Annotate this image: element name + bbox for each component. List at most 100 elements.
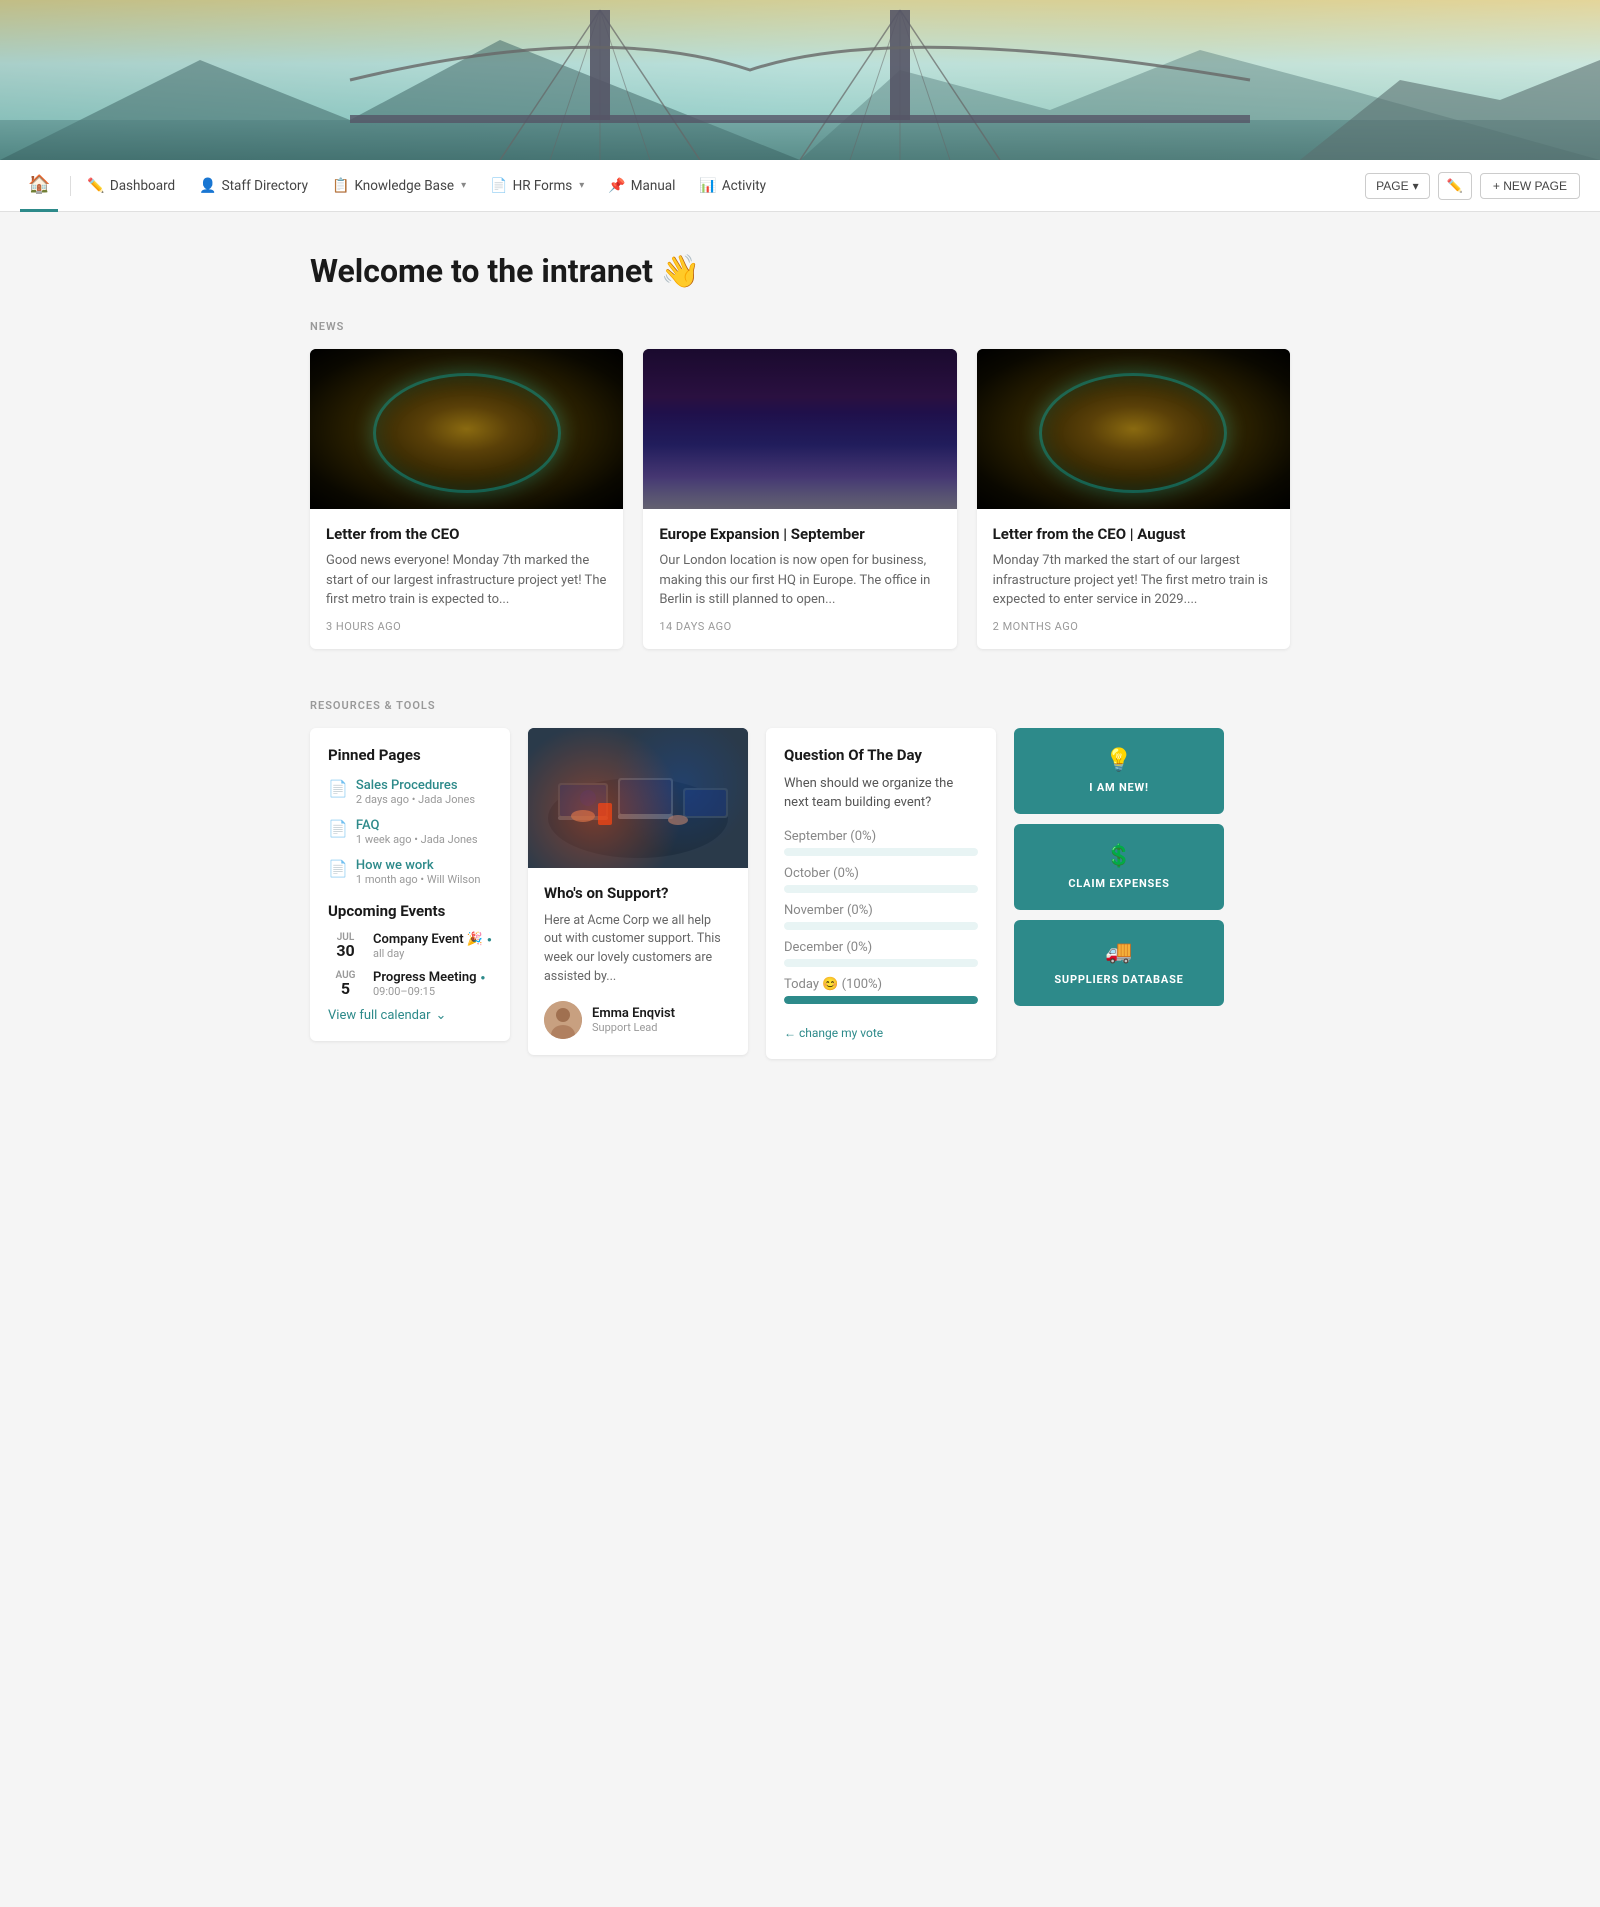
news-card-ceo-body: Letter from the CEO Good news everyone! …	[310, 509, 623, 649]
poll-track-today	[784, 996, 978, 1004]
poll-track-sep	[784, 848, 978, 856]
nav-separator	[70, 176, 71, 196]
event-progress: AUG 5 Progress Meeting ● 09:00–09:15	[328, 970, 492, 998]
tunnel-visual	[310, 349, 623, 509]
nav-activity[interactable]: 📊 Activity	[687, 164, 778, 208]
home-button[interactable]: 🏠	[20, 160, 58, 212]
news-card-august-time: 2 MONTHS AGO	[993, 620, 1274, 633]
news-card-europe-body: Europe Expansion | September Our London …	[643, 509, 956, 649]
event-company-text: Company Event 🎉	[373, 932, 483, 947]
news-card-august-body: Letter from the CEO | August Monday 7th …	[977, 509, 1290, 649]
new-label: I AM NEW!	[1089, 781, 1148, 794]
pinned-name-sales: Sales Procedures	[356, 778, 475, 793]
event-name-company: Company Event 🎉 ●	[373, 932, 492, 947]
calendar-expand-icon: ⌄	[435, 1008, 446, 1023]
nav-manual[interactable]: 📌 Manual	[596, 164, 687, 208]
question-title: Question Of The Day	[784, 746, 978, 764]
new-page-label: + NEW PAGE	[1493, 179, 1567, 193]
poll-option-name-nov: November	[784, 903, 844, 918]
page-button[interactable]: PAGE ▾	[1365, 173, 1430, 199]
poll-pct-dec: (0%)	[846, 940, 872, 955]
knowledge-icon: 📋	[332, 178, 349, 194]
action-new-button[interactable]: 💡 I AM NEW!	[1014, 728, 1224, 814]
new-page-button[interactable]: + NEW PAGE	[1480, 173, 1580, 199]
resources-grid: Pinned Pages 📄 Sales Procedures 2 days a…	[310, 728, 1290, 1059]
pinned-meta-how: 1 month ago • Will Wilson	[356, 873, 481, 886]
pinned-meta-sales: 2 days ago • Jada Jones	[356, 793, 475, 806]
pinned-pages-card: Pinned Pages 📄 Sales Procedures 2 days a…	[310, 728, 510, 1041]
news-card-ceo[interactable]: Letter from the CEO Good news everyone! …	[310, 349, 623, 649]
action-suppliers-button[interactable]: 🚚 SUPPLIERS DATABASE	[1014, 920, 1224, 1006]
poll-option-september: September (0%)	[784, 829, 978, 856]
news-card-august-text: Monday 7th marked the start of our large…	[993, 551, 1274, 610]
nav-hr-forms[interactable]: 📄 HR Forms ▾	[478, 164, 596, 208]
view-calendar-link[interactable]: View full calendar ⌄	[328, 1008, 492, 1023]
news-card-august[interactable]: Letter from the CEO | August Monday 7th …	[977, 349, 1290, 649]
poll-label-november: November (0%)	[784, 903, 978, 918]
support-person: Emma Enqvist Support Lead	[544, 1001, 732, 1039]
event-progress-text: Progress Meeting	[373, 970, 477, 985]
doc-icon-3: 📄	[328, 859, 348, 878]
question-text: When should we organize the next team bu…	[784, 774, 978, 813]
tunnel-visual-2	[977, 349, 1290, 509]
edit-icon: ✏️	[1447, 178, 1463, 193]
event-time-progress: 09:00–09:15	[373, 985, 485, 998]
poll-pct-sep: (0%)	[850, 829, 876, 844]
support-text: Here at Acme Corp we all help out with c…	[544, 912, 732, 987]
event-info-company: Company Event 🎉 ● all day	[373, 932, 492, 960]
pinned-item-how[interactable]: 📄 How we work 1 month ago • Will Wilson	[328, 858, 492, 886]
news-card-europe-time: 14 DAYS AGO	[659, 620, 940, 633]
poll-pct-oct: (0%)	[833, 866, 859, 881]
poll-option-name-today: Today 😊	[784, 977, 838, 992]
poll-track-nov	[784, 922, 978, 930]
activity-icon: 📊	[699, 178, 716, 194]
knowledge-dropdown-icon: ▾	[461, 180, 466, 191]
event-time-company: all day	[373, 947, 492, 960]
news-card-ceo-title: Letter from the CEO	[326, 525, 607, 543]
doc-icon: 📄	[328, 779, 348, 798]
pinned-item-sales[interactable]: 📄 Sales Procedures 2 days ago • Jada Jon…	[328, 778, 492, 806]
event-dot-2: ●	[481, 973, 486, 982]
news-card-europe[interactable]: Europe Expansion | September Our London …	[643, 349, 956, 649]
event-day-30: 30	[328, 943, 363, 959]
action-expenses-button[interactable]: 💲 CLAIM EXPENSES	[1014, 824, 1224, 910]
poll-option-november: November (0%)	[784, 903, 978, 930]
pinned-item-faq[interactable]: 📄 FAQ 1 week ago • Jada Jones	[328, 818, 492, 846]
page-dropdown-icon: ▾	[1413, 179, 1419, 193]
main-content: Welcome to the intranet 👋 NEWS Letter fr…	[290, 212, 1310, 1099]
support-person-name: Emma Enqvist	[592, 1006, 675, 1021]
nav-knowledge-label: Knowledge Base	[354, 178, 454, 194]
nav-dashboard-label: Dashboard	[110, 178, 175, 194]
suppliers-label: SUPPLIERS DATABASE	[1054, 973, 1183, 986]
event-date-aug: AUG 5	[328, 970, 363, 997]
change-vote-link[interactable]: ← change my vote	[784, 1026, 883, 1040]
event-info-progress: Progress Meeting ● 09:00–09:15	[373, 970, 485, 998]
nav-staff-label: Staff Directory	[222, 178, 308, 194]
poll-label-september: September (0%)	[784, 829, 978, 844]
nav-dashboard[interactable]: ✏️ Dashboard	[75, 164, 187, 208]
avatar	[544, 1001, 582, 1039]
nav-staff-directory[interactable]: 👤 Staff Directory	[187, 164, 320, 208]
upcoming-events: Upcoming Events JUL 30 Company Event 🎉 ●…	[328, 902, 492, 1023]
events-title: Upcoming Events	[328, 902, 492, 920]
edit-button[interactable]: ✏️	[1438, 172, 1472, 200]
event-day-5: 5	[328, 981, 363, 997]
poll-option-name-sep: September	[784, 829, 847, 844]
nav-activity-label: Activity	[722, 178, 766, 194]
action-buttons: 💡 I AM NEW! 💲 CLAIM EXPENSES 🚚 SUPPLIERS…	[1014, 728, 1224, 1006]
view-calendar-text: View full calendar	[328, 1008, 430, 1023]
poll-option-december: December (0%)	[784, 940, 978, 967]
nav-knowledge-base[interactable]: 📋 Knowledge Base ▾	[320, 164, 478, 208]
news-card-ceo-time: 3 HOURS AGO	[326, 620, 607, 633]
news-card-europe-image	[643, 349, 956, 509]
city-visual	[643, 349, 956, 509]
nav-hr-label: HR Forms	[513, 178, 573, 194]
poll-label-december: December (0%)	[784, 940, 978, 955]
support-person-info: Emma Enqvist Support Lead	[592, 1006, 675, 1034]
pinned-text-how: How we work 1 month ago • Will Wilson	[356, 858, 481, 886]
hr-dropdown-icon: ▾	[579, 180, 584, 191]
resources-section-label: RESOURCES & TOOLS	[310, 699, 1290, 712]
pinned-name-how: How we work	[356, 858, 481, 873]
page-title: Welcome to the intranet 👋	[310, 252, 1290, 290]
poll-pct-today: (100%)	[842, 977, 882, 992]
